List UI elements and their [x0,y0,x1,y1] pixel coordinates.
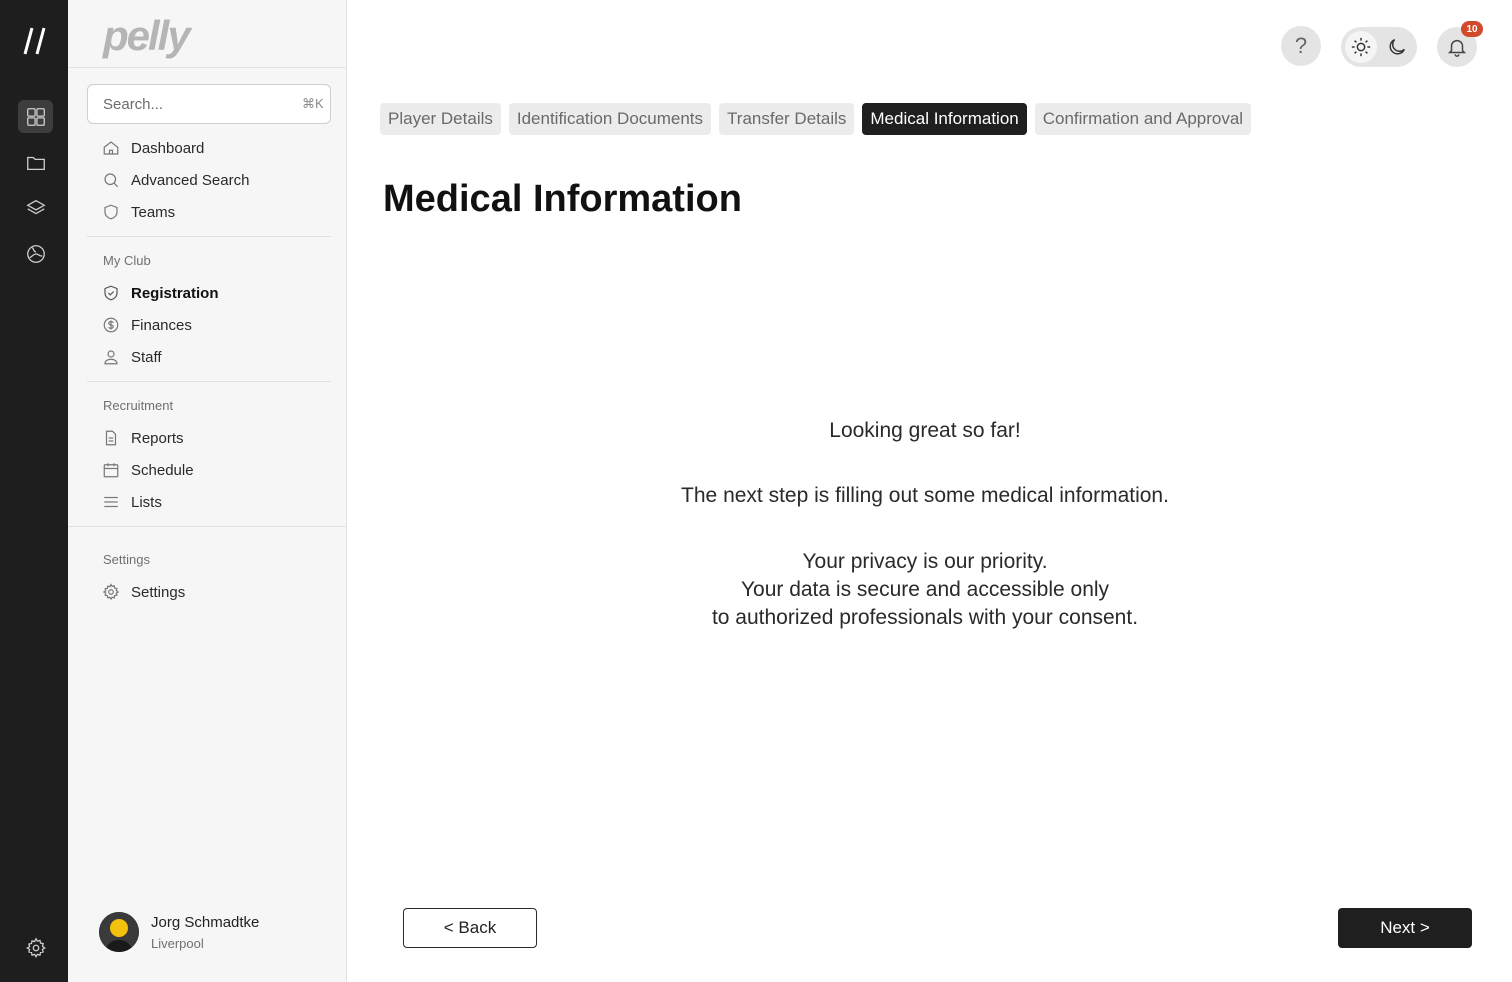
rail-dashboard-button[interactable] [18,100,53,133]
icon-rail [0,0,68,982]
shield-check-icon [104,285,118,301]
section-label-my-club: My Club [103,253,151,268]
user-location: Liverpool [151,935,204,951]
section-label-recruitment: Recruitment [103,398,174,413]
light-mode-button[interactable] [1345,31,1377,63]
sidebar-item-label: Reports [131,429,184,447]
sidebar-item-schedule[interactable]: Schedule [102,458,194,482]
theme-toggle[interactable] [1341,27,1417,67]
page-title: Medical Information [383,178,742,220]
sidebar-item-staff[interactable]: Staff [102,345,162,369]
tab-medical-information[interactable]: Medical Information [862,103,1027,135]
app-logo-icon[interactable] [22,26,48,56]
sidebar-item-finances[interactable]: Finances [102,313,192,337]
search-box[interactable]: ⌘K [87,84,331,124]
sidebar-item-label: Advanced Search [131,171,250,189]
tab-identification-documents[interactable]: Identification Documents [508,103,712,135]
sidebar-item-dashboard[interactable]: Dashboard [102,136,204,160]
sidebar-item-label: Settings [131,583,186,601]
rail-globe-button[interactable] [18,237,53,270]
gear-icon [102,583,120,601]
folder-icon [26,156,45,170]
divider [68,67,346,68]
tab-transfer-details[interactable]: Transfer Details [719,103,855,135]
sidebar-item-label: Teams [131,203,176,221]
sun-icon [1351,37,1371,57]
document-icon [105,430,117,446]
message-consent: to authorized professionals with your co… [711,606,1139,629]
sidebar-item-lists[interactable]: Lists [102,490,162,514]
help-button[interactable]: ? [1281,26,1321,66]
sidebar-item-label: Staff [131,348,162,366]
message-privacy: Your privacy is our priority. [802,550,1048,573]
notification-count-badge: 10 [1461,21,1483,37]
dollar-circle-icon [103,317,119,333]
rail-settings-button[interactable] [18,931,53,964]
search-shortcut: ⌘K [302,96,324,111]
divider [87,236,331,237]
globe-icon [26,244,45,263]
brand-logo[interactable]: pelly [103,12,191,60]
calendar-icon [103,463,119,478]
rail-layers-button[interactable] [18,191,53,224]
user-profile[interactable]: Jorg Schmadtke Liverpool [99,912,259,952]
grid-icon [26,107,45,126]
back-button[interactable]: < Back [403,908,537,948]
search-icon [104,173,119,188]
divider [68,526,347,527]
sidebar-item-label: Schedule [131,461,194,479]
sidebar-item-settings[interactable]: Settings [102,580,185,604]
rail-folder-button[interactable] [18,146,53,179]
moon-icon [1389,38,1406,55]
shield-icon [104,204,118,220]
layers-icon [25,199,46,214]
gear-icon [25,937,46,958]
message-data-secure: Your data is secure and accessible only [740,578,1110,601]
sidebar-item-reports[interactable]: Reports [102,426,184,450]
step-tabs: Player Details Identification Documents … [380,103,1252,135]
bell-icon [1447,39,1467,57]
next-button[interactable]: Next > [1338,908,1472,948]
tab-confirmation-and-approval[interactable]: Confirmation and Approval [1034,103,1252,135]
search-input[interactable] [103,95,302,113]
section-label-settings: Settings [103,552,150,567]
dark-mode-button[interactable] [1381,31,1413,63]
user-icon [104,350,118,365]
sidebar-item-label: Finances [131,316,192,334]
sidebar-item-label: Dashboard [131,139,205,157]
sidebar-item-label: Lists [131,493,162,511]
avatar-image [99,912,139,952]
tab-player-details[interactable]: Player Details [380,103,501,135]
avatar [99,912,139,952]
sidebar-item-advanced-search[interactable]: Advanced Search [102,168,249,192]
message-next-step: The next step is filling out some medica… [681,484,1169,507]
list-icon [104,496,118,508]
sidebar-item-label: Registration [131,284,219,302]
user-name: Jorg Schmadtke [151,913,260,931]
message-encouragement: Looking great so far! [829,419,1021,442]
sidebar: pelly ⌘K Dashboard Advanced Search Teams… [68,0,347,982]
sidebar-item-teams[interactable]: Teams [102,200,175,224]
sidebar-item-registration[interactable]: Registration [102,281,219,305]
home-icon [103,141,119,155]
divider [87,381,331,382]
